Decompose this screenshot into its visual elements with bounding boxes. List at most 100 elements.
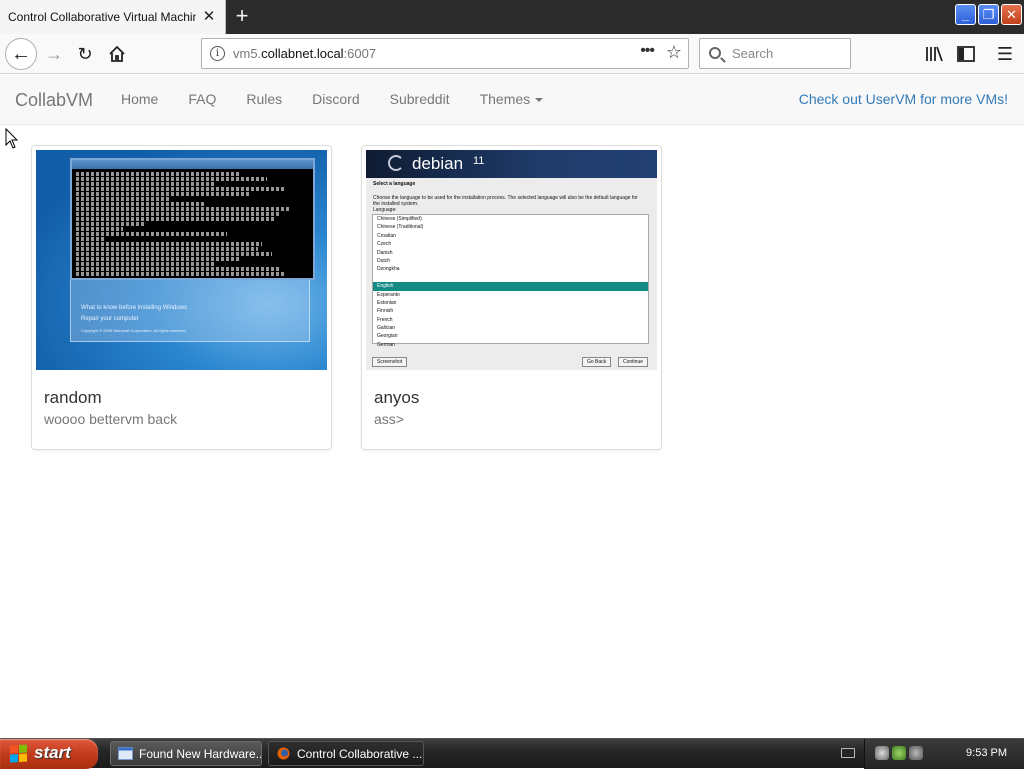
search-icon: [709, 47, 721, 59]
reload-icon[interactable]: ↻: [71, 40, 99, 68]
menu-icon[interactable]: ☰: [991, 40, 1019, 68]
keyboard-icon[interactable]: [841, 748, 855, 758]
language-row: Chinese (Traditional): [377, 224, 424, 231]
cmd-line: [76, 257, 240, 261]
debian-prompt: Choose the language to be used for the i…: [373, 195, 638, 207]
mouse-cursor-icon: [5, 128, 19, 149]
clock: 9:53 PM: [966, 747, 1007, 759]
cmd-line: [76, 227, 123, 231]
caret-down-icon: [535, 98, 544, 103]
safely-remove-icon[interactable]: [909, 746, 923, 760]
search-placeholder: Search: [732, 46, 774, 61]
debian-screenshot-button: Screenshot: [372, 357, 408, 367]
cmd-line: [76, 222, 146, 226]
cmd-line: [76, 242, 263, 246]
nav-link-home[interactable]: Home: [106, 75, 173, 123]
debian-header: debian 11: [366, 150, 657, 178]
taskbar-item-control-collaborative[interactable]: Control Collaborative ...: [268, 741, 424, 766]
vm-thumbnail[interactable]: debian 11 Select a language Choose the l…: [366, 150, 657, 370]
site-navbar: CollabVM Home FAQ Rules Discord Subreddi…: [0, 75, 1024, 125]
vm-card-anyos[interactable]: debian 11 Select a language Choose the l…: [361, 145, 662, 450]
vm-description: woooo bettervm back: [44, 411, 178, 427]
task-label: Control Collaborative ...: [297, 746, 423, 761]
close-icon[interactable]: ✕: [1001, 4, 1022, 25]
cmd-line: [76, 212, 282, 216]
debian-back-button: Go Back: [582, 357, 612, 367]
new-tab-button[interactable]: +: [230, 4, 254, 28]
language-row: Georgian: [377, 333, 398, 340]
start-button[interactable]: start: [0, 739, 98, 769]
url-text: vm5.collabnet.local:6007: [233, 46, 377, 61]
site-info-icon[interactable]: i: [210, 46, 225, 61]
vm-title: anyos: [374, 388, 420, 407]
nav-link-faq[interactable]: FAQ: [173, 75, 231, 123]
firefox-icon: [277, 747, 290, 760]
browser-tab[interactable]: Control Collaborative Virtual Machines! …: [0, 0, 226, 34]
language-row: [373, 274, 648, 282]
themes-dropdown[interactable]: Themes: [465, 75, 559, 123]
nav-link-subreddit[interactable]: Subreddit: [375, 75, 465, 123]
cmd-line: [76, 177, 268, 181]
taskbar-item-found-new-hardware[interactable]: Found New Hardware...: [110, 741, 262, 766]
language-row: French: [377, 316, 393, 323]
browser-toolbar: ← → ↻ i vm5.collabnet.local:6007 ••• ☆ S…: [0, 34, 1024, 74]
cmd-line: [76, 182, 216, 186]
language-row: Chinese (Simplified): [377, 216, 422, 222]
brand-logo[interactable]: CollabVM: [15, 90, 93, 111]
language-row: Finnish: [377, 308, 394, 315]
page-actions-icon[interactable]: •••: [640, 42, 655, 60]
forward-icon[interactable]: →: [40, 40, 68, 68]
home-icon[interactable]: [103, 40, 131, 68]
minimize-icon[interactable]: _: [955, 4, 976, 25]
debian-continue-button: Continue: [618, 357, 649, 367]
setup-link: Repair your computer: [81, 316, 139, 322]
vm-description: ass>: [374, 411, 404, 427]
cmd-window: [70, 158, 315, 280]
window-icon: [118, 747, 133, 760]
back-icon[interactable]: ←: [5, 38, 37, 70]
debian-heading: Select a language: [373, 181, 416, 187]
tray-icons: [875, 746, 923, 760]
language-row: German: [377, 341, 396, 348]
themes-label: Themes: [479, 91, 531, 107]
nav-link-discord[interactable]: Discord: [297, 75, 374, 123]
cmd-line: [76, 272, 286, 276]
sidebar-icon[interactable]: [952, 40, 980, 68]
restore-icon[interactable]: ❐: [978, 4, 999, 25]
search-input[interactable]: Search: [699, 38, 851, 69]
speaker-icon[interactable]: [875, 746, 889, 760]
cmd-line: [76, 262, 216, 266]
taskbar: start Found New Hardware... Control Coll…: [0, 738, 1024, 769]
vm-thumbnail[interactable]: What to know before installing Windows R…: [36, 150, 327, 370]
language-row: Croatian: [377, 232, 396, 239]
debian-list-label: Language:: [373, 207, 397, 213]
setup-link: What to know before installing Windows: [81, 305, 188, 311]
url-bar[interactable]: i vm5.collabnet.local:6007 ••• ☆: [201, 38, 689, 69]
network-icon[interactable]: [892, 746, 906, 760]
debian-version: 11: [473, 155, 485, 167]
cmd-line: [76, 172, 240, 176]
cmd-line: [76, 207, 291, 211]
bookmark-star-icon[interactable]: ☆: [666, 42, 682, 63]
cmd-line: [76, 187, 286, 191]
language-row: Danish: [377, 249, 393, 256]
library-icon[interactable]: [920, 40, 948, 68]
cmd-line: [76, 247, 258, 251]
browser-tab-bar: Control Collaborative Virtual Machines! …: [0, 0, 1024, 34]
cmd-line: [76, 252, 272, 256]
vm-card-random[interactable]: What to know before installing Windows R…: [31, 145, 332, 450]
tab-title: Control Collaborative Virtual Machines!: [8, 10, 196, 24]
language-row: English: [373, 282, 648, 291]
nav-links: Home FAQ Rules Discord Subreddit Themes: [106, 75, 558, 123]
uservm-link[interactable]: Check out UserVM for more VMs!: [799, 91, 1008, 107]
cmd-line: [76, 267, 282, 271]
debian-wordmark: debian: [412, 154, 464, 173]
language-row: Galician: [377, 325, 396, 332]
cmd-line: [76, 202, 205, 206]
tab-close-icon[interactable]: ✕: [201, 9, 217, 25]
language-row: Dzongkha: [377, 266, 400, 273]
cmd-line: [76, 197, 170, 201]
language-row: Czech: [377, 241, 392, 248]
debian-installer-screen: debian 11 Select a language Choose the l…: [366, 150, 657, 370]
nav-link-rules[interactable]: Rules: [231, 75, 297, 123]
